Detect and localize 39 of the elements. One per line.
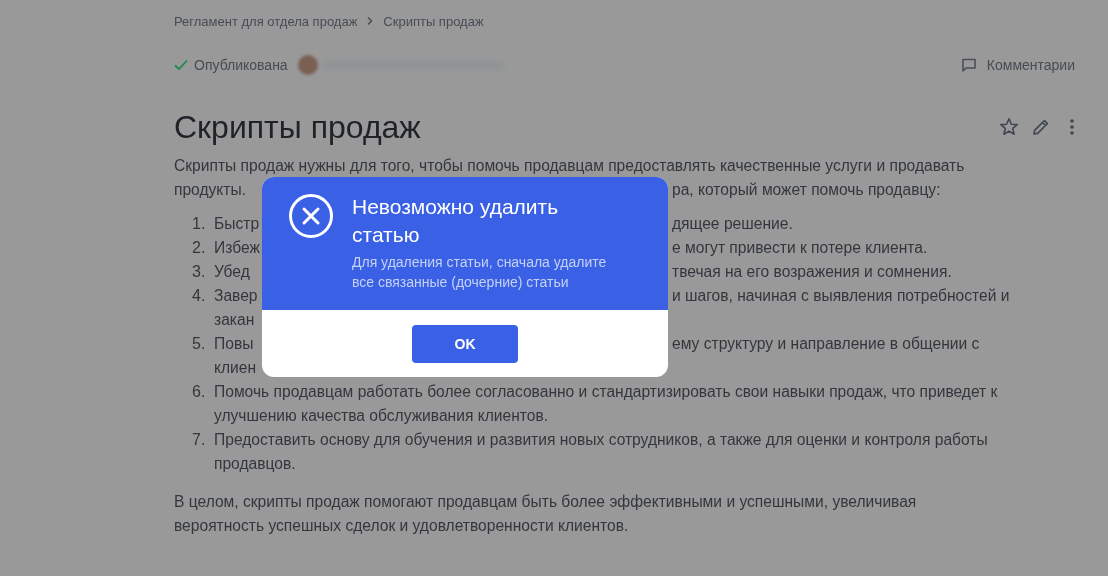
list-item-text: Быстр <box>214 214 260 234</box>
ok-button[interactable]: OK <box>412 325 518 363</box>
list-item-text: дящее решение. <box>672 214 793 234</box>
list-item-text: Избеж <box>214 238 260 258</box>
breadcrumb-link[interactable]: Регламент для отдела продаж <box>174 13 358 29</box>
list-number: 6. <box>191 382 207 402</box>
list-item-text: Завер <box>214 286 258 306</box>
list-item-text: Предоставить основу для обучения и развития новых сотрудников, а также для оценки и контроля работы продавцов. <box>214 430 989 474</box>
dialog-title: Невозможно удалить статью <box>352 194 560 248</box>
list-item-text: Помочь продавцам работать более согласованно и стандартизировать свои навыки продаж, что приведет к улучшению качества обслуживания клиентов. <box>214 382 999 426</box>
error-icon <box>288 193 334 239</box>
paragraph-text: В целом, скрипты продаж помогают продавцам быть более эффективными и успешными, увеличивая вероятность успешных сделок и удовлетворенности клиентов. <box>174 492 918 536</box>
comments-link[interactable]: Комментарии <box>960 57 1075 73</box>
list-number: 2. <box>191 238 207 258</box>
list-item-text: ему структуру и направление в общении с <box>672 334 980 354</box>
dialog-message: Для удаления статьи, сначала удалите все связанные (дочерние) статьи <box>352 253 608 292</box>
list-number: 7. <box>191 430 207 450</box>
more-icon[interactable] <box>1069 117 1075 137</box>
list-item-text: Убед <box>214 262 250 282</box>
star-icon[interactable] <box>999 117 1019 137</box>
list-number: 1. <box>191 214 207 234</box>
paragraph-text: продукты. <box>174 180 247 200</box>
article-title: Скрипты продаж <box>174 108 421 147</box>
list-number: 4. <box>191 286 207 306</box>
list-item-text: твечая на его возражения и сомнения. <box>672 262 952 282</box>
breadcrumb-link[interactable]: Скрипты продаж <box>383 13 484 29</box>
list-item-text: клиен <box>214 358 257 378</box>
list-item-text: Повы <box>214 334 254 354</box>
paragraph-text: Скрипты продаж нужны для того, чтобы помочь продавцам предоставлять качественные услуги и продавать <box>174 156 966 176</box>
pencil-icon[interactable] <box>1031 117 1051 137</box>
list-number: 3. <box>191 262 207 282</box>
paragraph-text: ра, который может помочь продавцу: <box>672 180 941 200</box>
status-label: Опубликована <box>194 57 288 73</box>
comment-icon <box>960 57 977 73</box>
list-item-text: и шагов, начиная с выявления потребностей и <box>672 286 1010 306</box>
list-item-text: е могут привести к потере клиента. <box>672 238 928 258</box>
list-item-text: закан <box>214 310 255 330</box>
avatar <box>297 55 318 75</box>
list-number: 5. <box>191 334 207 354</box>
